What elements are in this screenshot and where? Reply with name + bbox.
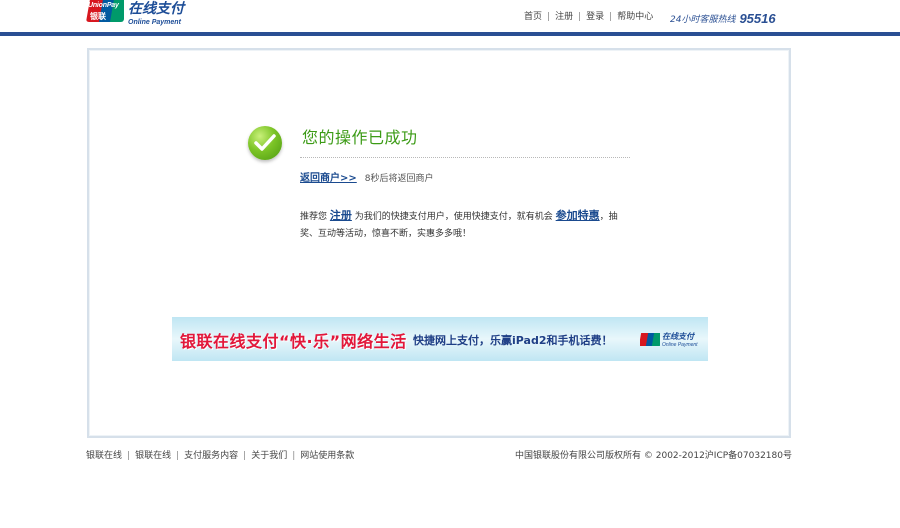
logo-title-cn: 在线支付	[128, 1, 184, 17]
banner-main-text: 银联在线支付“快·乐”网络生活	[180, 332, 407, 351]
banner-logo-cn: 在线支付	[662, 332, 694, 341]
site-header: UnionPay 银联 在线支付 Online Payment 首页 | 注册 | 登录…	[0, 0, 900, 34]
promo-paragraph: 推荐您 注册 为我们的快捷支付用户，使用快捷支付，就有机会 参加特惠，抽奖、互动…	[300, 207, 635, 243]
footer-link[interactable]: 网站使用条款	[300, 451, 354, 461]
success-title: 您的操作已成功	[302, 128, 418, 147]
footer-link[interactable]: 银联在线	[86, 451, 122, 461]
unionpay-mini-mark-icon	[640, 333, 660, 346]
copyright-text: 中国银联股份有限公司版权所有 © 2002-2012沪ICP备07032180号	[515, 451, 792, 461]
logo-mark-en: UnionPay	[88, 2, 119, 9]
join-promo-link[interactable]: 参加特惠	[556, 209, 600, 222]
promo-prefix: 推荐您	[300, 212, 328, 222]
footer-link[interactable]: 支付服务内容	[184, 451, 238, 461]
unionpay-logo[interactable]: UnionPay 银联 在线支付 Online Payment	[86, 0, 184, 26]
promo-banner[interactable]: 银联在线支付“快·乐”网络生活 快捷网上支付，乐赢iPad2和手机话费！ 在线支…	[172, 317, 708, 361]
return-row: 返回商户>> 8秒后将返回商户	[300, 169, 434, 184]
banner-unionpay-logo: 在线支付 Online Payment	[640, 331, 698, 348]
promo-middle: 为我们的快捷支付用户，使用快捷支付，就有机会	[354, 212, 553, 222]
footer-links: 银联在线 | 银联在线 | 支付服务内容 | 关于我们 | 网站使用条款	[86, 451, 355, 461]
return-merchant-link[interactable]: 返回商户>>	[300, 173, 357, 184]
banner-logo-en: Online Payment	[662, 342, 698, 348]
check-circle-icon	[248, 126, 282, 160]
hotline-number: 95516	[739, 11, 776, 26]
nav-register-link[interactable]: 注册	[555, 12, 573, 22]
logo-mark-cn: 银联	[90, 12, 106, 21]
hotline-label: 24小时客服热线	[670, 15, 736, 25]
top-nav: 首页 | 注册 | 登录 | 帮助中心	[524, 12, 654, 22]
nav-home-link[interactable]: 首页	[524, 12, 542, 22]
banner-sub-text: 快捷网上支付，乐赢iPad2和手机话费！	[413, 334, 613, 347]
dotted-divider	[300, 157, 630, 158]
header-divider-bar	[0, 32, 900, 36]
register-link[interactable]: 注册	[330, 209, 352, 222]
countdown-text: 8秒后将返回商户	[364, 174, 434, 184]
footer-link[interactable]: 关于我们	[251, 451, 287, 461]
nav-login-link[interactable]: 登录	[586, 12, 604, 22]
footer-link[interactable]: 银联在线	[135, 451, 171, 461]
logo-title-en: Online Payment	[128, 19, 181, 26]
result-panel: 您的操作已成功 返回商户>> 8秒后将返回商户 推荐您 注册 为我们的快捷支付用户…	[87, 48, 791, 438]
nav-help-link[interactable]: 帮助中心	[617, 12, 653, 22]
unionpay-mark-icon: UnionPay 银联	[86, 0, 124, 22]
hotline: 24小时客服热线 95516	[670, 7, 776, 26]
